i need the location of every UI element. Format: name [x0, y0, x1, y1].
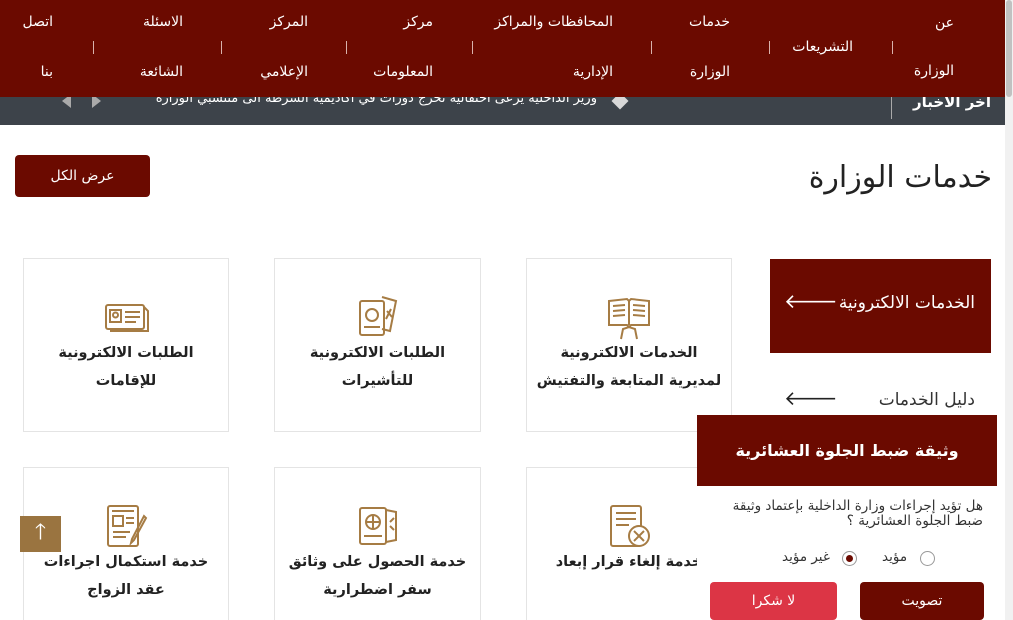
nav-divider [346, 41, 347, 54]
nav-divider [472, 41, 473, 54]
nav-item-faq[interactable]: الاسئلة [143, 14, 183, 30]
view-all-button[interactable]: عرض الكل [15, 155, 150, 197]
poll-option-yes-radio[interactable] [920, 551, 935, 566]
nav-item-info-center-line2[interactable]: المعلومات [373, 64, 433, 80]
nav-item-contact[interactable]: اتصل [22, 14, 53, 30]
nav-item-faq-line2[interactable]: الشائعة [140, 64, 183, 80]
service-card-inspection[interactable]: الخدمات الالكترونية لمديرية المتابعة وال… [526, 258, 732, 432]
side-menu-label: الخدمات الالكترونية [838, 293, 975, 313]
card-title: الخدمات الالكترونية لمديرية المتابعة وال… [533, 339, 725, 395]
nav-item-governorates[interactable]: المحافظات والمراكز [494, 14, 613, 30]
form-pen-icon [107, 505, 148, 547]
ticker-title: آخر الأخبار [912, 97, 991, 111]
passport-travel-icon [358, 507, 397, 545]
ticker-prev-icon[interactable] [62, 97, 71, 108]
card-title: خدمة الحصول على وثائق سفر اضطرارية [281, 548, 474, 604]
card-title-line2: سفر اضطرارية [323, 582, 432, 598]
nav-legislation-label: التشريعات [792, 39, 853, 55]
card-title-line2: لمديرية المتابعة والتفتيش [536, 373, 722, 389]
nav-item-services[interactable]: خدمات [689, 14, 730, 30]
arrow-up-icon: 🡑 [34, 520, 47, 545]
reading-book-icon [608, 297, 650, 340]
poll-option-yes-label[interactable]: مؤيد [882, 549, 907, 565]
nav-faq-line1: الاسئلة [143, 14, 183, 30]
nav-services-line2: الوزارة [689, 64, 730, 80]
nav-divider [651, 41, 652, 54]
news-ticker: آخر الأخبار وزير الداخلية يرعى احتفالية … [0, 97, 1005, 125]
nav-about-line2: الوزارة [913, 63, 954, 79]
page-scrollbar[interactable] [1005, 0, 1013, 620]
nav-item-media-center[interactable]: المركز [270, 14, 308, 30]
card-title-line1: خدمة استكمال اجراءات [43, 554, 209, 570]
poll-option-no-label[interactable]: غير مؤيد [782, 549, 830, 565]
nav-item-info-center[interactable]: مركز [403, 14, 433, 30]
side-menu-electronic-services[interactable]: الخدمات الالكترونية 🡐 [770, 259, 991, 353]
nav-item-contact-line2[interactable]: بنا [41, 64, 53, 80]
nav-item-about[interactable]: عن [935, 15, 954, 31]
cancel-document-icon [610, 505, 650, 547]
card-title-line2: عقد الزواج [87, 582, 165, 598]
card-title-line1: الطلبات الالكترونية [309, 345, 446, 361]
card-title-line1: الطلبات الالكترونية [58, 345, 194, 361]
nav-services-line1: خدمات [689, 14, 730, 30]
nav-item-legislation[interactable]: التشريعات [792, 39, 853, 55]
nav-governorates-line2: الإدارية [572, 64, 613, 80]
nav-divider [769, 41, 770, 54]
ticker-bullet-icon [611, 97, 629, 110]
card-title-line1: خدمة الحصول على وثائق [288, 554, 467, 570]
ticker-headline[interactable]: وزير الداخلية يرعى احتفالية تخرج دورات ف… [156, 97, 597, 106]
nav-contact-line1: اتصل [22, 14, 53, 30]
nav-item-media-center-line2[interactable]: الإعلامي [260, 64, 308, 80]
arrow-left-icon: 🡐 [784, 386, 838, 410]
nav-media-center-line2: الإعلامي [260, 64, 308, 80]
id-card-icon [105, 304, 149, 332]
scrollbar-thumb[interactable] [1006, 0, 1012, 97]
nav-divider [93, 41, 94, 54]
card-title-line2: للإقامات [95, 373, 157, 389]
top-navigation: عن الوزارة التشريعات خدمات الوزارة المحا… [0, 0, 1005, 97]
card-title: الطلبات الالكترونية للتأشيرات [281, 339, 474, 395]
nav-info-center-line2: المعلومات [373, 64, 433, 80]
nav-item-about-line2[interactable]: الوزارة [914, 63, 954, 79]
back-to-top-button[interactable]: 🡑 [20, 516, 61, 552]
nav-faq-line2: الشائعة [139, 64, 183, 80]
poll-widget: وثيقة ضبط الجلوة العشائرية هل تؤيد إجراء… [697, 415, 997, 620]
dismiss-poll-button[interactable]: لا شكرا [710, 582, 837, 620]
section-title: خدمات الوزارة [808, 160, 992, 195]
side-menu-label: دليل الخدمات [878, 390, 975, 410]
card-title-line2: للتأشيرات [341, 373, 414, 389]
side-menu-services-guide[interactable]: دليل الخدمات 🡐 [770, 378, 991, 418]
service-card-travel-documents[interactable]: خدمة الحصول على وثائق سفر اضطرارية [274, 467, 481, 620]
nav-about-line1: عن [934, 15, 954, 31]
service-card-visas[interactable]: الطلبات الالكترونية للتأشيرات [274, 258, 481, 432]
nav-divider [892, 41, 893, 54]
service-card-residency[interactable]: الطلبات الالكترونية للإقامات [23, 258, 229, 432]
card-title: الطلبات الالكترونية للإقامات [30, 339, 222, 395]
card-title: خدمة استكمال اجراءات عقد الزواج [30, 548, 222, 604]
poll-question: هل تؤيد إجراءات وزارة الداخلية بإعتماد و… [732, 498, 983, 529]
poll-option-no-radio[interactable] [842, 551, 857, 566]
poll-title: وثيقة ضبط الجلوة العشائرية [697, 415, 997, 486]
nav-media-center-line1: المركز [269, 14, 308, 30]
arrow-left-icon: 🡐 [784, 289, 838, 313]
ticker-next-icon[interactable] [92, 97, 101, 108]
vote-button[interactable]: تصويت [860, 582, 984, 620]
nav-governorates-line1: المحافظات والمراكز [494, 14, 613, 30]
nav-item-services-line2[interactable]: الوزارة [690, 64, 730, 80]
nav-contact-line2: بنا [40, 64, 53, 80]
nav-info-center-line1: مركز [403, 14, 433, 30]
nav-item-governorates-line2[interactable]: الإدارية [573, 64, 613, 80]
nav-divider [221, 41, 222, 54]
ticker-divider [891, 97, 892, 119]
card-title-line1: الخدمات الالكترونية [560, 345, 698, 361]
passport-visa-icon [358, 296, 397, 336]
